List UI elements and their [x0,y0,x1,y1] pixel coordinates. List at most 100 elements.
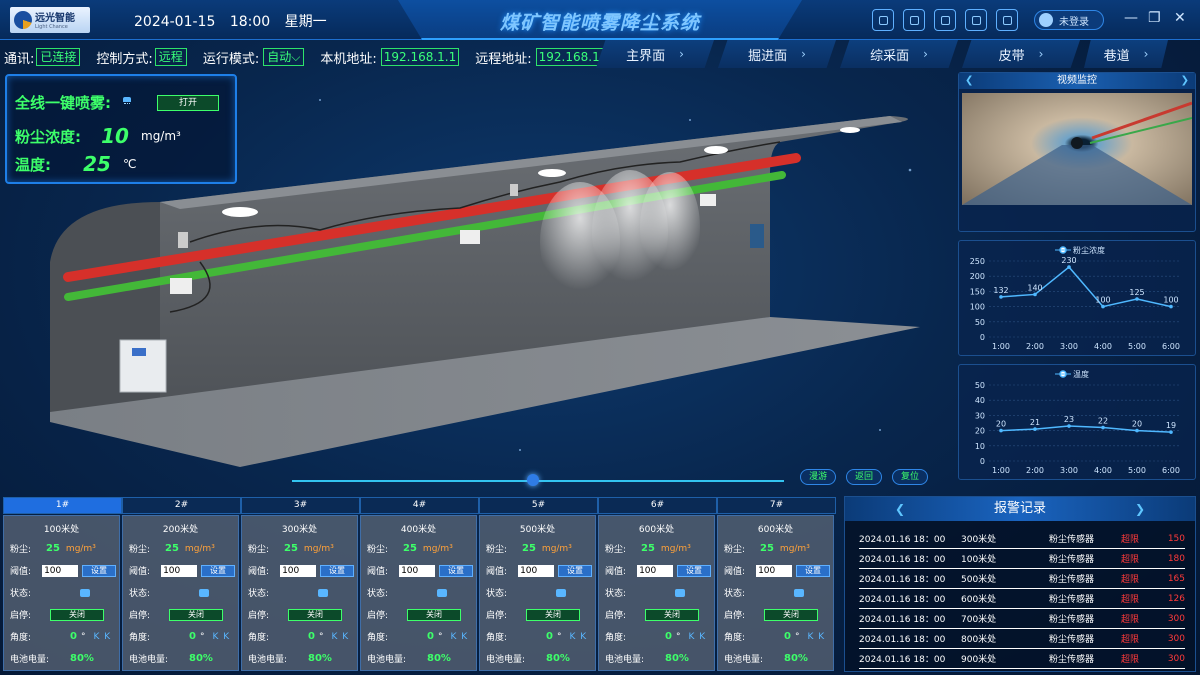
alarm-time: 2024.01.16 18：00 [859,535,946,545]
set-threshold-button[interactable]: 设置 [676,564,712,577]
alarm-status: 超限 [1121,595,1140,605]
scene-slider-knob[interactable] [527,474,540,486]
ctrl-value[interactable]: 远程 [154,48,187,66]
data-label: 22 [1098,417,1108,426]
set-threshold-button[interactable]: 设置 [557,564,593,577]
battery-row: 电池电量: 80% [724,652,830,665]
start-stop-toggle[interactable]: 关闭 [764,608,818,621]
close-icon[interactable]: ✕ [1174,10,1186,26]
back-button[interactable]: 返回 [846,469,882,485]
sensor-tab[interactable]: 3# [241,497,360,514]
spray-state-icon [794,588,804,597]
set-threshold-button[interactable]: 设置 [795,564,831,577]
tab-heading-face[interactable]: 掘进面 › [718,40,836,68]
dust-unit: mg/m³ [422,543,453,554]
angle-adjust-icon[interactable]: K K [688,632,706,642]
threshold-input[interactable]: 100 [518,564,554,577]
settings-icon[interactable] [965,9,987,31]
angle-adjust-icon[interactable]: K K [450,632,468,642]
document-icon[interactable] [903,9,925,31]
tab-mining-face[interactable]: 综采面 › [840,40,958,68]
threshold-label: 阈值: [724,567,746,577]
y-tick-label: 0 [980,333,985,342]
tunnel-3d-scene[interactable] [40,112,920,482]
chevron-right-icon[interactable]: ❯ [1135,497,1145,521]
x-tick-label: 1:00 [992,466,1010,475]
water-tank [750,224,764,248]
current-date: 2024-01-15 [134,14,216,30]
sensor-tab[interactable]: 2# [122,497,241,514]
angle-adjust-icon[interactable]: K K [569,632,587,642]
threshold-row: 阈值: 100 设置 [486,564,593,577]
set-threshold-button[interactable]: 设置 [438,564,474,577]
sensor-tab[interactable]: 1# [3,497,122,514]
dust-label: 粉尘: [486,545,508,555]
battery-label: 电池电量: [486,655,526,665]
y-tick-label: 200 [970,272,985,281]
chevron-left-icon[interactable]: ❮ [895,497,905,521]
tab-belt[interactable]: 皮带 › [962,40,1080,68]
roam-button[interactable]: 漫游 [800,469,836,485]
alarm-value: 126 [1167,593,1185,604]
start-stop-toggle[interactable]: 关闭 [645,608,699,621]
ceiling-lamp [704,146,728,154]
start-stop-toggle[interactable]: 关闭 [288,608,342,621]
threshold-input[interactable]: 100 [280,564,316,577]
angle-adjust-icon[interactable]: K K [331,632,349,642]
sensor-tab[interactable]: 7# [717,497,836,514]
login-button[interactable]: 未登录 [1034,10,1104,30]
alarm-row: 2024.01.16 18：00 300米处 粉尘传感器 超限 150 [859,529,1185,549]
spray-all-row: 全线一键喷雾: 打开 [15,92,219,113]
start-stop-toggle[interactable]: 关闭 [407,608,461,621]
threshold-input[interactable]: 100 [42,564,78,577]
sensor-tab[interactable]: 6# [598,497,717,514]
title-banner: 煤矿智能喷雾降尘系统 [398,0,802,40]
chevron-left-icon[interactable]: ❮ [965,73,973,89]
video-feed[interactable] [962,93,1192,205]
data-point [1135,297,1139,301]
start-stop-toggle[interactable]: 关闭 [169,608,223,621]
sensor-tab[interactable]: 5# [479,497,598,514]
set-threshold-button[interactable]: 设置 [319,564,355,577]
angle-adjust-icon[interactable]: K K [93,632,111,642]
reset-button[interactable]: 复位 [892,469,928,485]
restore-icon[interactable]: ❐ [1148,10,1161,26]
sensor-dust-row: 粉尘: 25 mg/m³ [724,542,830,555]
state-label: 状态: [367,589,389,599]
threshold-input[interactable]: 100 [399,564,435,577]
threshold-input[interactable]: 100 [161,564,197,577]
lock-screen-icon[interactable] [872,9,894,31]
tab-roadway[interactable]: 巷道 › [1084,40,1168,68]
sensor-dust-row: 粉尘: 25 mg/m³ [367,542,473,555]
angle-label: 角度: [129,633,151,643]
angle-adjust-icon[interactable]: K K [807,632,825,642]
tab-main[interactable]: 主界面 › [596,40,714,68]
angle-adjust-icon[interactable]: K K [212,632,230,642]
set-threshold-button[interactable]: 设置 [200,564,236,577]
temp-line-chart: 温度 0 10 20 30 40 50 1:00 2:00 3:00 4:00 5:00 6:00 20 2… [975,369,1180,475]
threshold-row: 阈值: 100 设置 [248,564,355,577]
spray-open-button[interactable]: 打开 [157,94,219,111]
minimize-icon[interactable]: — [1124,10,1138,26]
alarm-status: 超限 [1121,575,1140,585]
y-tick-label: 50 [975,381,985,390]
dust-unit: mg/m³ [779,543,810,554]
start-stop-toggle[interactable]: 关闭 [526,608,580,621]
set-threshold-button[interactable]: 设置 [81,564,117,577]
start-stop-toggle[interactable]: 关闭 [50,608,104,621]
sensor-tab[interactable]: 4# [360,497,479,514]
user-manage-icon[interactable] [996,9,1018,31]
threshold-input[interactable]: 100 [637,564,673,577]
angle-label: 角度: [10,633,32,643]
battery-value: 80% [665,653,689,664]
chevron-right-icon[interactable]: ❯ [1181,73,1189,89]
angle-unit: ° [437,631,443,642]
alarm-status: 超限 [1121,555,1140,565]
video-title: 视频监控 [1057,75,1097,86]
start-stop-row: 启停: 关闭 [367,608,473,621]
scan-icon[interactable] [934,9,956,31]
battery-label: 电池电量: [129,655,169,665]
local-ip-field[interactable]: 192.168.1.1 [380,48,460,66]
mode-select[interactable]: 自动⌵ [263,48,305,66]
threshold-input[interactable]: 100 [756,564,792,577]
